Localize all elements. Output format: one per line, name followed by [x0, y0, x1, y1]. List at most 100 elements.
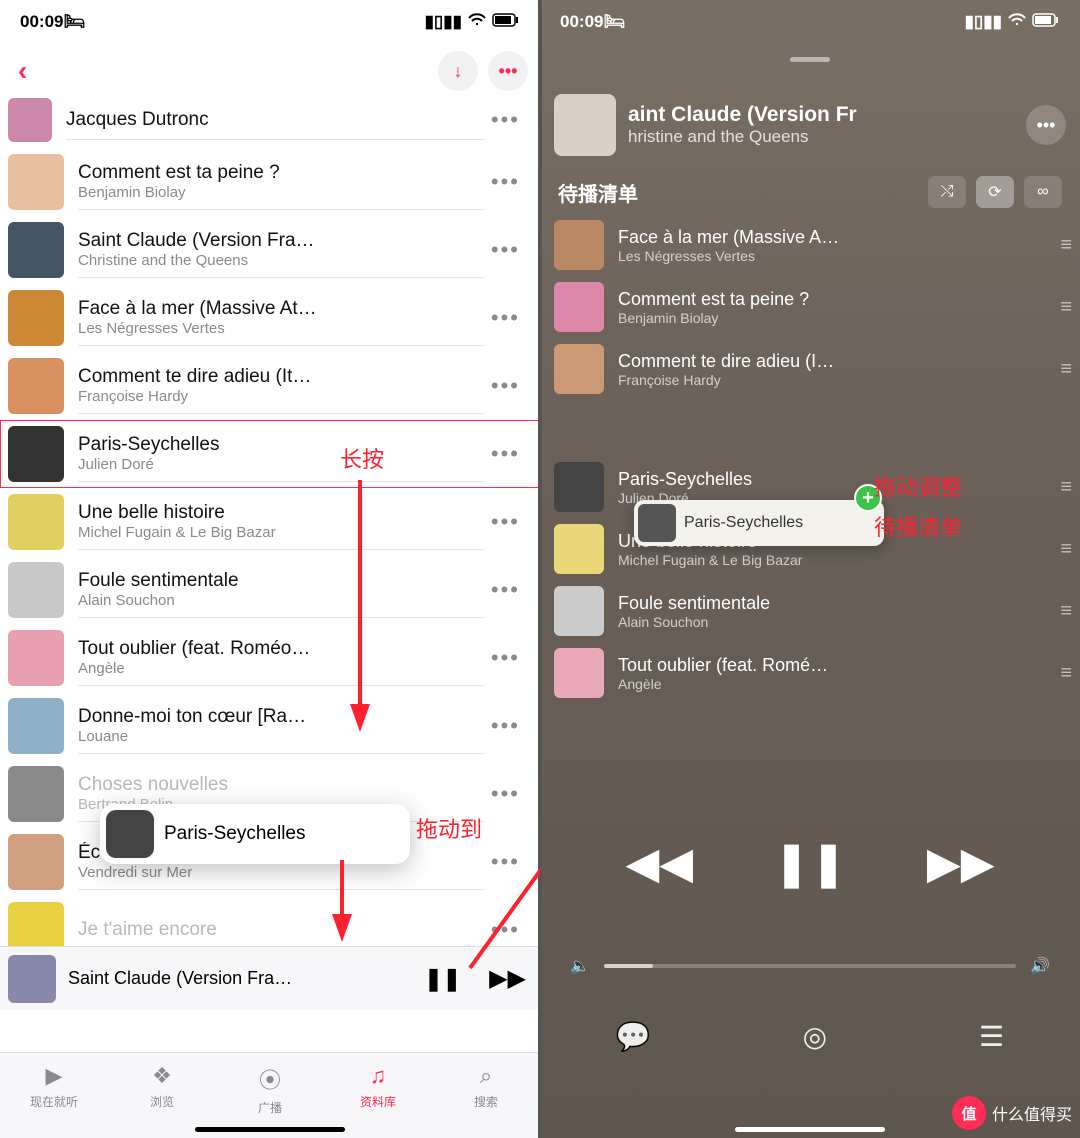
- drag-preview[interactable]: Paris-Seychelles: [100, 804, 410, 864]
- prev-button[interactable]: ◀◀: [625, 838, 693, 889]
- queue-meta: Foule sentimentaleAlain Souchon: [618, 593, 1046, 630]
- queue-title: Face à la mer (Massive A…: [618, 227, 1046, 248]
- album-art-icon: [8, 358, 64, 414]
- song-more-button[interactable]: •••: [485, 373, 526, 399]
- song-row[interactable]: Comment te dire adieu (It…Françoise Hard…: [0, 352, 540, 420]
- more-button[interactable]: •••: [488, 51, 528, 91]
- album-art-icon: [8, 290, 64, 346]
- lyrics-button[interactable]: 💬: [616, 1020, 651, 1053]
- tab-广播[interactable]: ⦿广播: [225, 1063, 315, 1116]
- song-more-button[interactable]: •••: [485, 237, 526, 263]
- next-button[interactable]: ▶▶: [927, 838, 995, 889]
- queue-row[interactable]: Comment te dire adieu (I…Françoise Hardy…: [540, 338, 1080, 400]
- home-indicator[interactable]: [735, 1127, 885, 1132]
- tab-icon: ❖: [152, 1063, 172, 1089]
- album-art-icon: [554, 344, 604, 394]
- song-row[interactable]: Saint Claude (Version Fra…Christine and …: [0, 216, 540, 284]
- tab-现在就听[interactable]: ▶现在就听: [9, 1063, 99, 1110]
- battery-icon: [492, 12, 520, 32]
- song-more-button[interactable]: •••: [485, 441, 526, 467]
- album-art-icon: [8, 630, 64, 686]
- queue-list[interactable]: Face à la mer (Massive A…Les Négresses V…: [540, 214, 1080, 704]
- reorder-handle-icon[interactable]: ≡: [1060, 662, 1066, 685]
- airplay-button[interactable]: ◎: [803, 1020, 827, 1053]
- status-bed-icon: 🛏: [603, 12, 625, 32]
- pause-button[interactable]: ❚❚: [773, 838, 847, 889]
- battery-icon: [1032, 12, 1060, 32]
- reorder-handle-icon[interactable]: ≡: [1060, 296, 1066, 319]
- signal-icon: ▮▯▮▮: [425, 12, 462, 32]
- tab-浏览[interactable]: ❖浏览: [117, 1063, 207, 1110]
- shuffle-button[interactable]: ⤭: [928, 176, 966, 208]
- song-more-button[interactable]: •••: [485, 169, 526, 195]
- repeat-button[interactable]: ⟳: [976, 176, 1014, 208]
- drag-preview[interactable]: Paris-Seychelles: [634, 500, 884, 546]
- song-row[interactable]: Face à la mer (Massive At…Les Négresses …: [0, 284, 540, 352]
- status-bar: 00:09 🛏 ▮▯▮▮: [540, 0, 1080, 44]
- watermark-badge: 值: [952, 1096, 986, 1130]
- reorder-handle-icon[interactable]: ≡: [1060, 538, 1066, 561]
- autoplay-button[interactable]: ∞: [1024, 176, 1062, 208]
- queue-row[interactable]: Face à la mer (Massive A…Les Négresses V…: [540, 214, 1080, 276]
- reorder-handle-icon[interactable]: ≡: [1060, 600, 1066, 623]
- queue-row[interactable]: Comment est ta peine ?Benjamin Biolay≡: [540, 276, 1080, 338]
- queue-row[interactable]: Tout oublier (feat. Romé…Angèle≡: [540, 642, 1080, 704]
- song-row[interactable]: Paris-SeychellesJulien Doré•••: [0, 420, 540, 488]
- song-artist: Angèle: [78, 660, 485, 677]
- more-button[interactable]: •••: [1026, 105, 1066, 145]
- song-meta: Saint Claude (Version Fra…Christine and …: [78, 222, 485, 278]
- song-artist: Benjamin Biolay: [78, 184, 485, 201]
- song-meta: Face à la mer (Massive At…Les Négresses …: [78, 290, 485, 346]
- queue-title: Comment te dire adieu (I…: [618, 351, 1046, 372]
- volume-slider[interactable]: 🔈 🔊: [570, 956, 1050, 976]
- album-art-icon: [554, 586, 604, 636]
- queue-meta: Comment te dire adieu (I…Françoise Hardy: [618, 351, 1046, 388]
- queue-button[interactable]: ☰: [979, 1020, 1004, 1053]
- song-more-button[interactable]: •••: [485, 305, 526, 331]
- song-meta: Tout oublier (feat. Roméo…Angèle: [78, 630, 485, 686]
- back-button[interactable]: ‹: [12, 55, 33, 87]
- volume-track[interactable]: [604, 964, 1016, 968]
- reorder-handle-icon[interactable]: ≡: [1060, 234, 1066, 257]
- reorder-handle-icon[interactable]: ≡: [1060, 358, 1066, 381]
- song-title: Comment te dire adieu (It…: [78, 366, 485, 388]
- song-more-button[interactable]: •••: [485, 107, 526, 133]
- queue-artist: Françoise Hardy: [618, 372, 1046, 388]
- reorder-handle-icon[interactable]: ≡: [1060, 476, 1066, 499]
- drag-chip-title: Paris-Seychelles: [684, 514, 803, 532]
- song-row[interactable]: Jacques Dutronc•••: [0, 98, 540, 148]
- song-title: Foule sentimentale: [78, 570, 485, 592]
- arrow-down-1-icon: [344, 480, 384, 800]
- song-title: Face à la mer (Massive At…: [78, 298, 485, 320]
- song-title: Comment est ta peine ?: [78, 162, 485, 184]
- tab-资料库[interactable]: ♫资料库: [333, 1063, 423, 1110]
- status-bed-icon: 🛏: [63, 12, 85, 32]
- annotation-longpress: 长按: [340, 442, 384, 474]
- download-button[interactable]: ↓: [438, 51, 478, 91]
- right-phone: 00:09 🛏 ▮▯▮▮ aint Claude (Version Fr hri…: [540, 0, 1080, 1138]
- annotation-drag-adjust: 拖动调整: [874, 470, 962, 502]
- sheet-grabber[interactable]: [790, 57, 830, 62]
- volume-high-icon: 🔊: [1030, 956, 1050, 976]
- left-phone: 00:09 🛏 ▮▯▮▮ ‹ ↓ ••• Jacques Dutronc•••C…: [0, 0, 540, 1138]
- queue-title: Foule sentimentale: [618, 593, 1046, 614]
- album-art-icon: [554, 282, 604, 332]
- song-meta: Je t'aime encore: [78, 911, 485, 950]
- watermark: 值 什么值得买: [952, 1096, 1072, 1130]
- album-art-icon: [554, 648, 604, 698]
- queue-row[interactable]: Foule sentimentaleAlain Souchon ≡: [540, 580, 1080, 642]
- queue-artist: Alain Souchon: [618, 614, 1046, 630]
- status-bar: 00:09 🛏 ▮▯▮▮: [0, 0, 540, 44]
- song-meta: Une belle histoireMichel Fugain & Le Big…: [78, 494, 485, 550]
- song-row[interactable]: Comment est ta peine ?Benjamin Biolay•••: [0, 148, 540, 216]
- album-art-icon: [8, 698, 64, 754]
- album-art-icon: [8, 494, 64, 550]
- song-title: Je t'aime encore: [78, 919, 485, 941]
- home-indicator[interactable]: [195, 1127, 345, 1132]
- tab-搜索[interactable]: ⌕搜索: [441, 1063, 531, 1110]
- album-art-icon: [554, 524, 604, 574]
- album-art-icon[interactable]: [554, 94, 616, 156]
- annotation-dragto: 拖动到: [416, 812, 482, 844]
- miniplayer-title: Saint Claude (Version Fra…: [68, 968, 412, 989]
- album-art-icon: [8, 562, 64, 618]
